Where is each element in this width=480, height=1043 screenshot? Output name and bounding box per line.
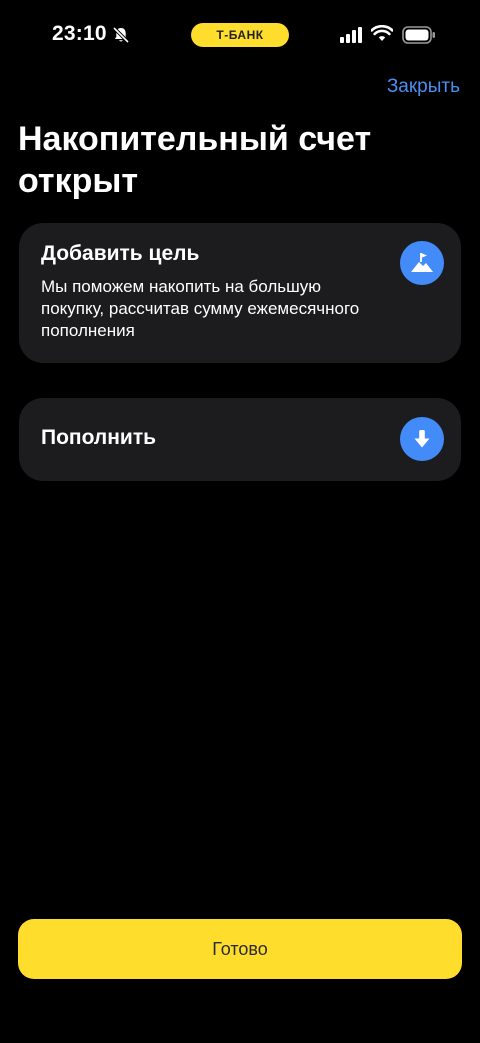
status-bar: 23:10 Т-БАНК xyxy=(0,0,480,72)
wifi-icon xyxy=(371,25,393,41)
signal-icon xyxy=(340,27,362,43)
done-button[interactable]: Готово xyxy=(18,919,462,979)
bank-pill: Т-БАНК xyxy=(191,23,289,47)
arrow-down-icon xyxy=(400,417,444,461)
status-time: 23:10 xyxy=(52,22,107,45)
screen: 23:10 Т-БАНК Закрыть Накопительный счет … xyxy=(0,0,480,1043)
top-up-title: Пополнить xyxy=(41,426,157,449)
add-goal-card[interactable]: Добавить цель Мы поможем накопить на бол… xyxy=(19,223,461,363)
top-up-card[interactable]: Пополнить xyxy=(19,398,461,481)
add-goal-description: Мы поможем накопить на большую покупку, … xyxy=(41,277,360,340)
close-button[interactable]: Закрыть xyxy=(372,74,460,100)
bell-off-icon xyxy=(112,26,130,44)
page-title: Накопительный счет открыт xyxy=(18,120,372,200)
battery-icon xyxy=(402,26,435,44)
add-goal-title: Добавить цель xyxy=(41,242,200,265)
flag-mountain-icon xyxy=(400,241,444,285)
